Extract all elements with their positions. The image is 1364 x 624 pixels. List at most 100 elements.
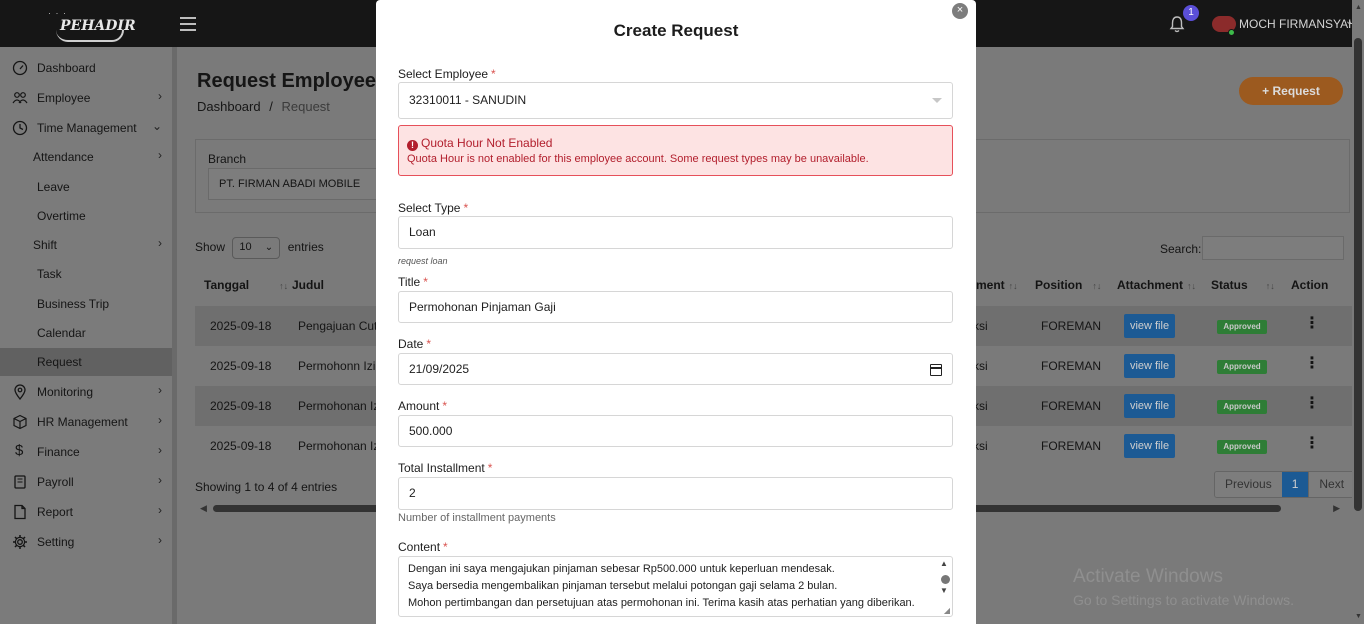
sidebar-item-leave[interactable]: Leave xyxy=(0,173,172,201)
clock-icon xyxy=(12,120,28,136)
menu-toggle-icon[interactable] xyxy=(180,17,196,31)
content-line: Mohon pertimbangan dan persetujuan atas … xyxy=(408,597,915,609)
required-mark: * xyxy=(491,67,496,81)
cell-position: FOREMAN xyxy=(1041,399,1101,413)
page-1-button[interactable]: 1 xyxy=(1281,472,1309,497)
pagination: Previous 1 Next xyxy=(1214,471,1356,498)
sidebar-item-calendar[interactable]: Calendar xyxy=(0,319,172,347)
installment-input[interactable]: 2 xyxy=(398,477,953,510)
amount-input[interactable]: 500.000 xyxy=(398,415,953,447)
sidebar-item-employee[interactable]: Employee › xyxy=(0,84,172,112)
resize-grip-icon[interactable]: ◢ xyxy=(944,606,950,615)
type-select[interactable]: Loan xyxy=(398,216,953,249)
column-header-department[interactable]: ment ↑↓ xyxy=(976,278,1018,292)
column-label: Action xyxy=(1291,278,1329,292)
alert-circle-icon: ! xyxy=(407,140,418,151)
view-file-button[interactable]: view file xyxy=(1124,394,1175,418)
column-header-attachment[interactable]: Attachment ↑↓ xyxy=(1117,278,1196,292)
scroll-up-icon[interactable]: ▲ xyxy=(1355,4,1362,11)
date-label: Date * xyxy=(398,337,431,351)
chevron-down-icon: ⌄ xyxy=(264,242,274,253)
sort-icon: ↑↓ xyxy=(1265,281,1275,291)
sidebar-item-dashboard[interactable]: Dashboard xyxy=(0,54,172,82)
more-actions-icon[interactable]: ⋮ xyxy=(1304,394,1320,414)
label-text: Select Type xyxy=(398,201,461,215)
user-name[interactable]: MOCH FIRMANSYAH xyxy=(1239,17,1357,31)
more-actions-icon[interactable]: ⋮ xyxy=(1304,354,1320,374)
cell-position: FOREMAN xyxy=(1041,439,1101,453)
column-header-judul[interactable]: Judul xyxy=(292,278,324,292)
column-header-status[interactable]: Status ↑↓ xyxy=(1211,278,1275,292)
page-vertical-scrollbar[interactable]: ▲ ▼ xyxy=(1352,0,1364,624)
employee-select[interactable]: 32310011 - SANUDIN xyxy=(398,82,953,119)
sidebar-item-setting[interactable]: Setting › xyxy=(0,528,172,556)
show-label: Show xyxy=(195,240,226,255)
scrollbar-thumb[interactable] xyxy=(941,575,950,584)
cell-judul: Permohonan Izi xyxy=(298,439,383,453)
column-header-tanggal[interactable]: Tanggal ↑↓ xyxy=(204,278,288,292)
content-textarea[interactable]: Dengan ini saya mengajukan pinjaman sebe… xyxy=(398,556,953,617)
sidebar-item-payroll[interactable]: Payroll › xyxy=(0,468,172,496)
close-icon[interactable]: × xyxy=(952,3,968,19)
column-label: Position xyxy=(1035,278,1083,292)
sort-icon: ↑↓ xyxy=(279,281,289,291)
chevron-right-icon: › xyxy=(158,413,162,427)
sidebar-item-label: Report xyxy=(37,505,74,519)
scroll-down-icon[interactable]: ▼ xyxy=(940,586,948,595)
entries-select[interactable]: 10 ⌄ xyxy=(232,237,281,259)
scroll-right-icon[interactable]: ▶ xyxy=(1333,503,1340,514)
more-actions-icon[interactable]: ⋮ xyxy=(1304,314,1320,334)
scrollbar-thumb[interactable] xyxy=(1354,38,1362,511)
search-input[interactable] xyxy=(1202,236,1344,260)
add-request-button[interactable]: + Request xyxy=(1239,77,1343,105)
sidebar-item-overtime[interactable]: Overtime xyxy=(0,202,172,230)
table-info: Showing 1 to 4 of 4 entries xyxy=(195,480,338,494)
sidebar-item-task[interactable]: Task xyxy=(0,260,172,288)
sidebar-item-business-trip[interactable]: Business Trip xyxy=(0,290,172,318)
breadcrumb-home[interactable]: Dashboard xyxy=(197,99,261,114)
sidebar-item-request[interactable]: Request xyxy=(0,348,172,376)
scroll-down-icon[interactable]: ▼ xyxy=(1355,613,1362,620)
date-value: 21/09/2025 xyxy=(409,362,470,376)
column-header-position[interactable]: Position ↑↓ xyxy=(1035,278,1101,292)
date-input[interactable]: 21/09/2025 xyxy=(398,353,953,385)
sidebar-item-hr-management[interactable]: HR Management › xyxy=(0,408,172,436)
view-file-button[interactable]: view file xyxy=(1124,354,1175,378)
chevron-right-icon: › xyxy=(158,383,162,397)
notification-badge: 1 xyxy=(1183,5,1199,21)
sidebar-item-time-management[interactable]: Time Management ⌄ xyxy=(0,114,172,142)
title-input[interactable]: Permohonan Pinjaman Gaji xyxy=(398,291,953,323)
required-mark: * xyxy=(487,461,493,475)
map-pin-icon xyxy=(14,384,26,400)
more-actions-icon[interactable]: ⋮ xyxy=(1304,434,1320,454)
installment-label: Total Installment * xyxy=(398,461,492,475)
required-mark: * xyxy=(426,337,432,351)
sidebar-item-monitoring[interactable]: Monitoring › xyxy=(0,378,172,406)
sidebar-item-finance[interactable]: $ Finance › xyxy=(0,438,172,466)
calendar-icon[interactable] xyxy=(930,364,942,376)
gauge-icon xyxy=(12,60,28,76)
sidebar-item-report[interactable]: Report › xyxy=(0,498,172,526)
view-file-button[interactable]: view file xyxy=(1124,314,1175,338)
chevron-right-icon: › xyxy=(158,503,162,517)
app-logo[interactable]: · · · PEHADIR xyxy=(48,8,136,42)
sidebar-item-attendance[interactable]: Attendance › xyxy=(0,143,172,171)
sort-icon: ↑↓ xyxy=(1092,281,1102,291)
scroll-left-icon[interactable]: ◀ xyxy=(200,503,207,514)
column-label: Attachment xyxy=(1117,278,1184,292)
next-page-button[interactable]: Next xyxy=(1308,472,1355,497)
windows-activation-title: Activate Windows xyxy=(1073,566,1223,587)
sidebar-item-shift[interactable]: Shift › xyxy=(0,231,172,259)
branch-select[interactable]: PT. FIRMAN ABADI MOBILE xyxy=(208,168,383,200)
scroll-up-icon[interactable]: ▲ xyxy=(940,559,948,568)
dollar-icon: $ xyxy=(15,442,24,459)
sidebar-item-label: Setting xyxy=(37,535,75,549)
title-label: Title * xyxy=(398,275,428,289)
view-file-button[interactable]: view file xyxy=(1124,434,1175,458)
status-badge: Approved xyxy=(1217,360,1267,374)
previous-page-button[interactable]: Previous xyxy=(1215,472,1282,497)
label-text: Title xyxy=(398,275,421,289)
bell-icon[interactable] xyxy=(1169,15,1185,33)
sidebar-item-label: Overtime xyxy=(37,209,86,223)
chevron-right-icon: › xyxy=(158,236,162,250)
